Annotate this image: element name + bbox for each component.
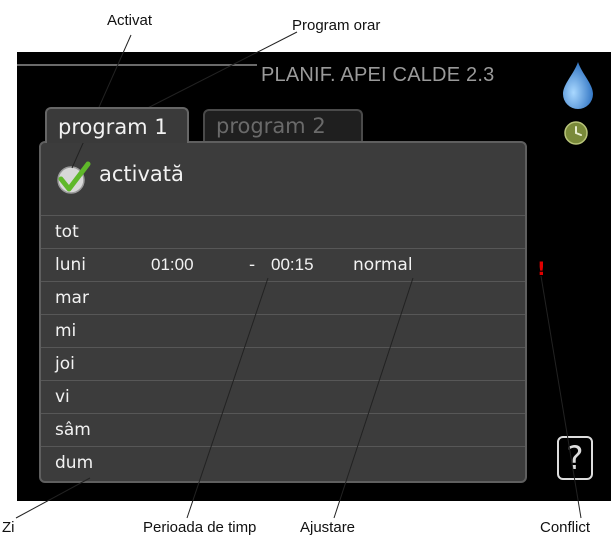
leader-time-period — [186, 277, 269, 519]
callout-leaders — [15, 31, 582, 519]
leader-adjustment — [333, 277, 414, 519]
leader-day — [15, 477, 91, 519]
tab-program-1[interactable]: program 1 — [45, 107, 189, 143]
leader-conflict — [540, 275, 582, 519]
leader-activated — [71, 34, 132, 169]
leader-program-schedule — [127, 31, 298, 119]
